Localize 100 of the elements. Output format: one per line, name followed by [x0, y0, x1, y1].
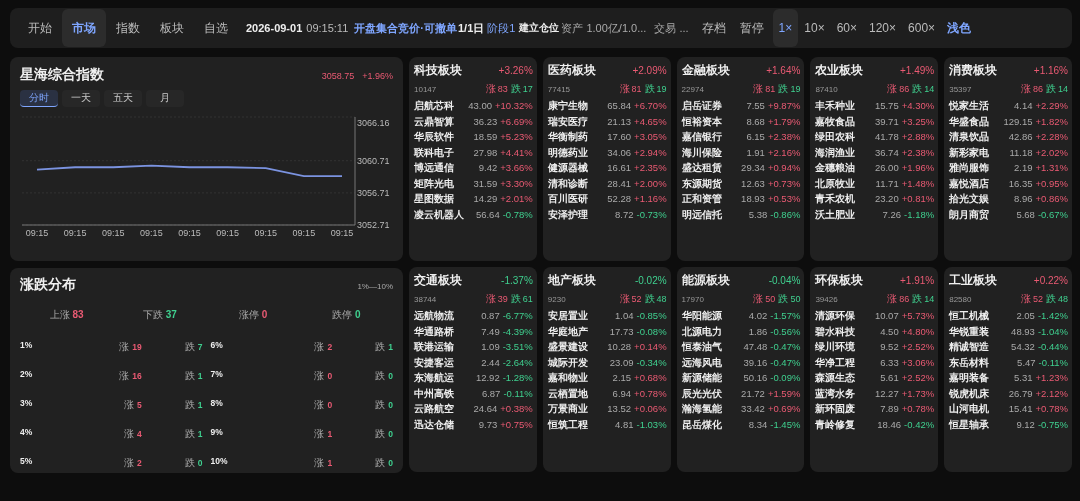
sector-card[interactable]: 地产板块 -0.02% 9230 涨 52 跌 48 安居置业 1.04 -0.85% 华庭地产 17.73 -0.08% 盛景建设 10.28 +0.14% 城际开发 23.09 -0.34% 嘉和物业 2.15 +0.68% 云栖置地 6.94 +0.78% 万景商业 13.52 +0.06% 恒筑工程 4.81 -1.03%: [542, 267, 671, 472]
stock-change: +0.81%: [901, 193, 935, 204]
y-axis-label: 3052.71: [357, 220, 390, 230]
fall-count: 1: [197, 399, 203, 410]
speed-button[interactable]: 10×: [798, 9, 831, 47]
stock-price: 4.14: [1014, 100, 1033, 111]
sector-card[interactable]: 交通板块 -1.37% 38744 涨 39 跌 61 远航物流 0.87 -6.77% 华通路桥 7.49 -4.39% 联港运输 1.09 -3.51% 安捷客运 2.44 -2.64% 东海航运 12.92 -1.28% 中州高铁 6.87 -0.11% 云路航空 24.64 +0.38% 迅达仓储 9.73 +0.75%: [409, 267, 537, 472]
x-axis-label: 09:15: [25, 228, 49, 238]
stock-name: 华阳能源: [681, 309, 723, 323]
rise-label: 涨: [485, 293, 496, 304]
sector-card[interactable]: 金融板块 +1.64% 22974 涨 81 跌 19 启岳证券 7.55 +9.87% 恒裕资本 8.68 +1.79% 嘉信银行 6.15 +2.38% 海川保险 1.91 +2.16% 盛达租赁 29.34 +0.94% 东源期货 12.63 +0.73% 正和资管 18.93 +0.53% 明远信托 5.38 -0.86%: [676, 57, 805, 261]
toolbar-button[interactable]: 暂停: [732, 13, 771, 43]
rise-label: 涨: [485, 83, 496, 94]
stock-change: -6.77%: [502, 310, 533, 321]
sector-card[interactable]: 环保板块 +1.91% 39426 涨 86 跌 14 清源环保 10.07 +5.73% 碧水科技 4.50 +4.80% 绿川环境 9.52 +2.52% 华净工程 6.33 +3.06% 森源生态 5.61 +2.52% 蓝湾水务 12.27 +1.73% 新环固废 7.89 +0.78% 青岭修复 18.46 -0.42%: [810, 267, 939, 472]
stock-name: 雅尚服饰: [949, 161, 991, 175]
stock-change: +0.38%: [500, 403, 533, 414]
range-tab[interactable]: 月: [146, 90, 184, 107]
stock-price: 5.47: [1017, 356, 1036, 368]
nav-tab[interactable]: 开始: [18, 9, 62, 47]
stock-name: 云鼎智算: [414, 114, 455, 129]
speed-button[interactable]: 600×: [902, 9, 942, 47]
sector-name: 科技板块: [414, 63, 462, 78]
stock-price: 10.28: [607, 341, 632, 352]
panel-title: 星海综合指数: [20, 66, 104, 84]
nav-tab[interactable]: 指数: [106, 9, 150, 47]
y-axis-label: 3066.16: [357, 118, 390, 128]
stock-price: 43.00: [468, 100, 492, 111]
range-tab[interactable]: 一天: [62, 90, 100, 107]
rise-count: 50: [765, 294, 776, 304]
sector-change: -0.04%: [768, 275, 801, 286]
stock-price: 13.52: [607, 403, 632, 414]
stock-name: 辰光光伏: [681, 386, 723, 401]
stock-change: +0.53%: [767, 193, 801, 204]
nav-tab[interactable]: 自选: [194, 9, 238, 47]
nav-tab[interactable]: 市场: [62, 9, 106, 47]
stock-name: 恒筑工程: [547, 417, 589, 432]
rise-label: 涨: [123, 427, 134, 439]
theme-toggle[interactable]: 浅色: [941, 19, 978, 37]
rise-count: 4: [136, 428, 142, 439]
fall-label: 跌: [1046, 293, 1056, 304]
stock-price: 52.28: [607, 193, 632, 204]
sector-card[interactable]: 医药板块 +2.09% 77415 涨 81 跌 19 康宁生物 65.84 +6.70% 瑞安医疗 21.13 +4.65% 华衡制药 17.60 +3.05% 明德药业 34.06 +2.94% 健源器械 16.61 +2.35% 清和诊断 28.41 +2.00% 百川医研 52.28 +1.16% 安泽护理 8.72 -0.73%: [542, 57, 671, 261]
sector-name: 交通板块: [414, 273, 462, 288]
sector-card[interactable]: 消费板块 +1.16% 35397 涨 86 跌 14 悦家生活 4.14 +2.29% 华盛食品 129.15 +1.82% 清泉饮品 42.86 +2.28% 新彩家电 11.18 +2.02% 雅尚服饰 2.19 +1.31% 嘉悦酒店 16.35 +0.95% 拾光文娱 8.96 +0.86% 朗月商贸 5.68 -0.67%: [944, 57, 1072, 261]
stock-change: +2.00%: [634, 177, 667, 189]
stock-price: 6.87: [481, 387, 501, 399]
sector-volume: 17970: [681, 295, 704, 304]
speed-button[interactable]: 1×: [772, 9, 799, 47]
stock-price: 1.09: [481, 341, 500, 352]
stock-price: 33.42: [741, 403, 765, 414]
stock-change: -0.44%: [1037, 341, 1068, 352]
stock-change: -0.75%: [1037, 418, 1068, 430]
stock-price: 18.93: [741, 193, 765, 204]
stock-change: -0.42%: [904, 418, 935, 430]
stock-price: 27.98: [473, 146, 498, 158]
stock-change: -1.42%: [1037, 310, 1068, 321]
level-text: 7%: [210, 368, 224, 379]
stock-price: 36.74: [874, 146, 899, 158]
stock-change: +2.88%: [901, 131, 935, 142]
nav-tab[interactable]: 板块: [150, 9, 194, 47]
level-text: 1%: [20, 339, 34, 350]
stock-name: 百川医研: [547, 192, 589, 206]
stock-change: -0.11%: [503, 387, 533, 399]
stock-price: 50.16: [743, 372, 768, 383]
sector-volume: 35397: [949, 85, 972, 94]
stock-name: 海润渔业: [815, 145, 857, 160]
stock-price: 6.94: [612, 387, 632, 399]
stock-name: 嘉信银行: [681, 130, 723, 144]
stock-change: +1.79%: [767, 115, 801, 127]
range-tab[interactable]: 五天: [104, 90, 142, 107]
sector-change: +3.26%: [498, 65, 533, 76]
rise-label: 涨: [887, 293, 898, 304]
stock-price: 1.91: [746, 146, 765, 158]
stock-price: 5.68: [1016, 208, 1035, 220]
sector-card[interactable]: 能源板块 -0.04% 17970 涨 50 跌 50 华阳能源 4.02 -1.57% 北源电力 1.86 -0.56% 恒泰油气 47.48 -0.47% 远海风电 39.16 -0.47% 新源储能 50.16 -0.09% 辰光光伏 21.72 +1.59% 瀚海氢能 33.42 +0.69% 昆岳煤化 8.34 -1.45%: [676, 267, 805, 472]
stock-name: 嘉悦酒店: [949, 176, 991, 191]
stock-change: +1.31%: [1035, 162, 1068, 173]
stock-price: 11.71: [875, 177, 899, 189]
sector-card[interactable]: 农业板块 +1.49% 87410 涨 86 跌 14 丰禾种业 15.75 +4.30% 嘉牧食品 39.71 +3.25% 绿田农科 41.78 +2.88% 海润渔业 36.74 +2.38% 金穗粮油 26.00 +1.96% 北原牧业 11.71 +1.48% 青禾农机 23.20 +0.81% 沃土肥业 7.26 -1.18%: [810, 57, 939, 261]
summary-count: 83: [72, 309, 84, 320]
stock-name: 恒泰油气: [681, 340, 723, 354]
speed-button[interactable]: 120×: [863, 9, 903, 47]
stock-change: +2.28%: [1035, 131, 1068, 142]
stock-change: +0.94%: [767, 162, 801, 173]
sector-card[interactable]: 科技板块 +3.26% 10147 涨 83 跌 17 启航芯科 43.00 +10.32% 云鼎智算 36.23 +6.69% 华辰软件 18.59 +5.23% 联科电子 27.98 +4.41% 博远通信 9.42 +3.66% 矩阵光电 31.59 +3.30% 星图数据 14.29 +2.01% 凌云机器人 56.64 -0.78%: [409, 57, 537, 261]
fall-label: 跌: [375, 340, 386, 352]
stock-price: 7.26: [882, 208, 902, 220]
sector-name: 金融板块: [681, 63, 730, 78]
speed-button[interactable]: 60×: [830, 9, 863, 47]
fall-count: 14: [924, 294, 935, 304]
stock-change: +2.29%: [1035, 100, 1068, 111]
sector-card[interactable]: 工业板块 +0.22% 82580 涨 52 跌 48 恒工机械 2.05 -1.42% 华锐重装 48.93 -1.04% 精诚智造 54.32 -0.44% 东岳材料 5.47 -0.11% 嘉明装备 5.31 +1.23% 锐虎机床 26.79 +2.12% 山河电机 15.41 +0.78% 恒星轴承 9.12 -0.75%: [944, 267, 1072, 472]
toolbar-button[interactable]: 存档: [694, 13, 733, 43]
range-tab[interactable]: 分时: [20, 90, 58, 107]
summary-label: 下跌: [142, 309, 163, 320]
stock-name: 星图数据: [414, 192, 455, 206]
sector-change: +1.16%: [1033, 65, 1068, 76]
stock-price: 7.49: [481, 325, 500, 337]
x-axis-label: 09:15: [292, 228, 316, 238]
